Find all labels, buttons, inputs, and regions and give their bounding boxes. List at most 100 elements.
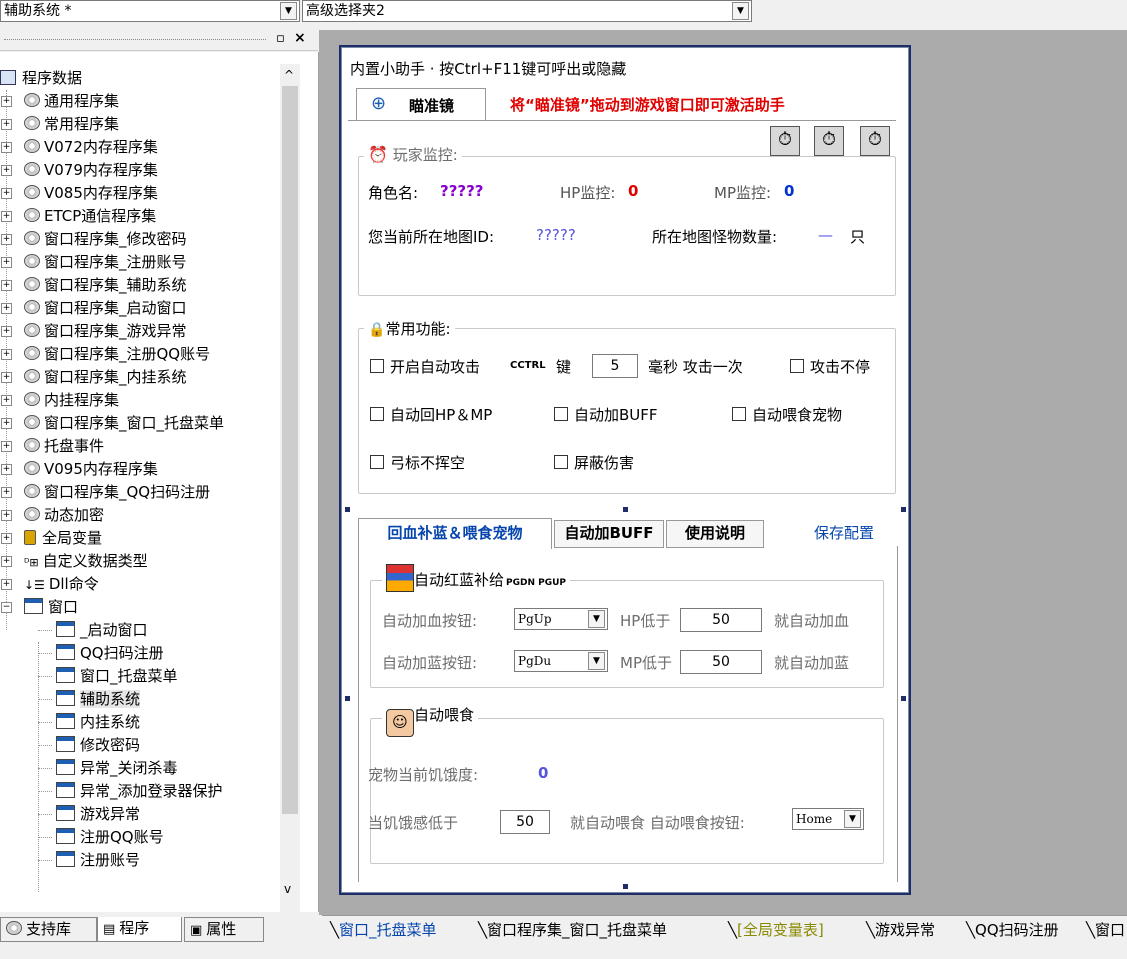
tree-item[interactable]: + 常用程序集: [0, 113, 119, 135]
bottom-tab[interactable]: ╲窗口: [1086, 917, 1125, 945]
expand-icon[interactable]: +: [1, 487, 12, 498]
expand-icon[interactable]: +: [1, 326, 12, 337]
right-combo-arrow[interactable]: ▼: [732, 2, 749, 20]
tree-item[interactable]: + 窗口程序集_QQ扫码注册: [0, 481, 210, 503]
tree-item[interactable]: + 窗口程序集_辅助系统: [0, 274, 187, 296]
resize-handle[interactable]: [623, 884, 628, 889]
left-combo-arrow[interactable]: ▼: [280, 2, 297, 20]
expand-icon[interactable]: +: [1, 533, 12, 544]
feed-threshold-input[interactable]: 50: [500, 810, 550, 834]
attack-nonstop-checkbox[interactable]: 攻击不停: [790, 356, 870, 377]
expand-icon[interactable]: +: [1, 142, 12, 153]
hp-threshold-input[interactable]: 50: [680, 608, 762, 632]
tree-item[interactable]: + 窗口程序集_内挂系统: [0, 366, 187, 388]
expand-icon[interactable]: +: [1, 510, 12, 521]
tab-program[interactable]: ▤ 程序: [97, 917, 182, 942]
resize-handle[interactable]: [345, 696, 350, 701]
auto-hpmp-box[interactable]: [370, 407, 384, 421]
tab-support-library[interactable]: 支持库: [0, 917, 97, 942]
attack-nonstop-box[interactable]: [790, 359, 804, 373]
hp-select-arrow[interactable]: ▼: [588, 610, 605, 628]
expand-icon[interactable]: +: [1, 464, 12, 475]
auto-buff-checkbox[interactable]: 自动加BUFF: [554, 404, 658, 425]
scope-tab[interactable]: ⊕ 瞄准镜: [356, 88, 486, 121]
stopwatch-icon[interactable]: ⏱: [770, 126, 800, 156]
mp-button-select[interactable]: PgDu ▼: [514, 650, 608, 672]
tree-window-item[interactable]: 异常_添加登录器保护: [38, 780, 223, 802]
tree-window-item[interactable]: QQ扫码注册: [38, 642, 164, 664]
expand-icon[interactable]: +: [1, 165, 12, 176]
tree-window-item[interactable]: 注册账号: [38, 849, 140, 871]
assistant-window[interactable]: 内置小助手 · 按Ctrl+F11键可呼出或隐藏 ⊕ 瞄准镜 将“瞄准镜”拖动到…: [339, 45, 911, 895]
bottom-tab[interactable]: ╲窗口程序集_窗口_托盘菜单: [478, 917, 667, 945]
feed-button-select[interactable]: Home ▼: [792, 808, 864, 830]
bottom-tab[interactable]: ╲[全局变量表]: [728, 917, 824, 945]
save-config-link[interactable]: 保存配置: [814, 522, 874, 543]
tree-item[interactable]: + 窗口程序集_注册QQ账号: [0, 343, 210, 365]
expand-icon[interactable]: +: [1, 280, 12, 291]
expand-icon[interactable]: +: [1, 119, 12, 130]
resize-handle[interactable]: [901, 696, 906, 701]
tree-item[interactable]: + 窗口程序集_注册账号: [0, 251, 187, 273]
tree-window-item[interactable]: 内挂系统: [38, 711, 140, 733]
tree-scrollbar[interactable]: ^ v: [280, 64, 300, 912]
tree-window-item[interactable]: 辅助系统: [38, 688, 141, 710]
expand-icon[interactable]: +: [1, 303, 12, 314]
expand-icon[interactable]: +: [1, 257, 12, 268]
expand-icon[interactable]: +: [1, 211, 12, 222]
auto-feed-box[interactable]: [732, 407, 746, 421]
tab-auto-buff[interactable]: 自动加BUFF: [554, 520, 664, 548]
expand-icon[interactable]: +: [1, 579, 12, 590]
tree-item[interactable]: + 窗口程序集_修改密码: [0, 228, 187, 250]
hp-button-select[interactable]: PgUp ▼: [514, 608, 608, 630]
expand-icon[interactable]: +: [1, 188, 12, 199]
bottom-tab[interactable]: ╲游戏异常: [866, 917, 935, 945]
resize-handle[interactable]: [623, 507, 628, 512]
bow-miss-box[interactable]: [370, 455, 384, 469]
expand-icon[interactable]: +: [1, 395, 12, 406]
stopwatch-icon[interactable]: ⏱: [814, 126, 844, 156]
scroll-thumb[interactable]: [282, 86, 298, 814]
tree-item[interactable]: + 窗口程序集_启动窗口: [0, 297, 187, 319]
tree-root[interactable]: 程序数据: [0, 67, 82, 89]
tab-recover-feed[interactable]: 回血补蓝＆喂食宠物: [358, 518, 552, 549]
bottom-tab[interactable]: ╲窗口_托盘菜单: [330, 917, 437, 945]
expand-icon[interactable]: +: [1, 441, 12, 452]
tree-item[interactable]: + ETCP通信程序集: [0, 205, 156, 227]
tree-item[interactable]: + ↓☰ Dll命令: [0, 573, 99, 595]
tree-item[interactable]: + 内挂程序集: [0, 389, 119, 411]
tab-instructions[interactable]: 使用说明: [666, 520, 764, 548]
tree-window-item[interactable]: 注册QQ账号: [38, 826, 164, 848]
tree-item[interactable]: + V095内存程序集: [0, 458, 158, 480]
scroll-down-icon[interactable]: v: [284, 882, 291, 896]
feed-select-arrow[interactable]: ▼: [844, 810, 861, 828]
tree-window-item[interactable]: 游戏异常: [38, 803, 140, 825]
tab-properties[interactable]: ▣ 属性: [184, 917, 264, 942]
expand-icon[interactable]: +: [1, 372, 12, 383]
tree-item[interactable]: + V079内存程序集: [0, 159, 158, 181]
panel-close-icon[interactable]: ×: [294, 30, 306, 46]
scroll-up-icon[interactable]: ^: [284, 68, 294, 82]
auto-buff-box[interactable]: [554, 407, 568, 421]
tree-item[interactable]: + ᴰ⊞ 自定义数据类型: [0, 550, 148, 572]
tree-item[interactable]: + 动态加密: [0, 504, 104, 526]
mp-threshold-input[interactable]: 50: [680, 650, 762, 674]
expand-icon[interactable]: +: [1, 96, 12, 107]
auto-feed-checkbox[interactable]: 自动喂食宠物: [732, 404, 842, 425]
tree-item[interactable]: + 全局变量: [0, 527, 102, 549]
collapse-icon[interactable]: −: [1, 602, 12, 613]
tree-item[interactable]: + 托盘事件: [0, 435, 104, 457]
expand-icon[interactable]: +: [1, 349, 12, 360]
left-combo[interactable]: 辅助系统 * ▼: [0, 0, 300, 22]
tree-window-item[interactable]: _启动窗口: [38, 619, 148, 641]
block-damage-box[interactable]: [554, 455, 568, 469]
tree-item[interactable]: + V072内存程序集: [0, 136, 158, 158]
bow-miss-checkbox[interactable]: 弓标不挥空: [370, 452, 465, 473]
tree-item[interactable]: + 通用程序集: [0, 90, 119, 112]
expand-icon[interactable]: +: [1, 556, 12, 567]
auto-attack-checkbox[interactable]: 开启自动攻击: [370, 356, 480, 377]
resize-handle[interactable]: [345, 507, 350, 512]
panel-restore-icon[interactable]: ▫: [276, 31, 285, 46]
mp-select-arrow[interactable]: ▼: [588, 652, 605, 670]
tree-window-item[interactable]: 修改密码: [38, 734, 140, 756]
